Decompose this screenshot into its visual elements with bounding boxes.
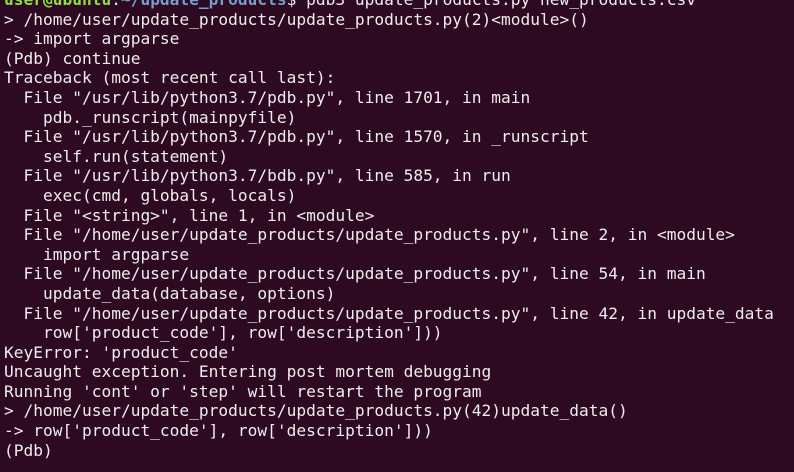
pdb-input-line[interactable]: (Pdb) xyxy=(4,441,794,461)
prompt-path: ~/update_products xyxy=(121,0,287,9)
output-line: > /home/user/update_products/update_prod… xyxy=(4,401,628,421)
output-line: row['product_code'], row['description'])… xyxy=(4,323,443,343)
output-line: import argparse xyxy=(4,244,190,264)
output-line: (Pdb) continue xyxy=(4,48,141,68)
output-line: File "/home/user/update_products/update_… xyxy=(4,303,774,323)
output-line: pdb._runscript(mainpyfile) xyxy=(4,107,297,127)
prompt-user-host: user@ubuntu xyxy=(4,0,111,9)
output-line: update_data(database, options) xyxy=(4,283,336,303)
pdb-prompt: (Pdb) xyxy=(4,440,53,460)
output-line: Running 'cont' or 'step' will restart th… xyxy=(4,381,482,401)
output-line: File "/usr/lib/python3.7/pdb.py", line 1… xyxy=(4,87,531,107)
shell-prompt-line: user@ubuntu:~/update_products$ pdb3 upda… xyxy=(4,0,794,10)
output-line: File "<string>", line 1, in <module> xyxy=(4,205,375,225)
output-line: File "/usr/lib/python3.7/pdb.py", line 1… xyxy=(4,127,589,147)
output-line: KeyError: 'product_code' xyxy=(4,342,238,362)
output-line: Uncaught exception. Entering post mortem… xyxy=(4,362,492,382)
output-line: self.run(statement) xyxy=(4,146,229,166)
prompt-symbol: $ xyxy=(287,0,297,9)
output-line: File "/home/user/update_products/update_… xyxy=(4,264,706,284)
terminal-output: user@ubuntu:~/update_products$ pdb3 upda… xyxy=(4,0,794,460)
output-line: -> import argparse xyxy=(4,29,180,49)
terminal-window[interactable]: user@ubuntu:~/update_products$ pdb3 upda… xyxy=(0,0,794,472)
output-line: exec(cmd, globals, locals) xyxy=(4,185,297,205)
prompt-separator: : xyxy=(111,0,121,9)
output-line: File "/home/user/update_products/update_… xyxy=(4,225,735,245)
output-line: > /home/user/update_products/update_prod… xyxy=(4,9,589,29)
prompt-command: pdb3 update_products.py new_products.csv xyxy=(296,0,696,9)
output-line: Traceback (most recent call last): xyxy=(4,68,336,88)
output-line: -> row['product_code'], row['description… xyxy=(4,421,433,441)
output-line: File "/usr/lib/python3.7/bdb.py", line 5… xyxy=(4,166,511,186)
